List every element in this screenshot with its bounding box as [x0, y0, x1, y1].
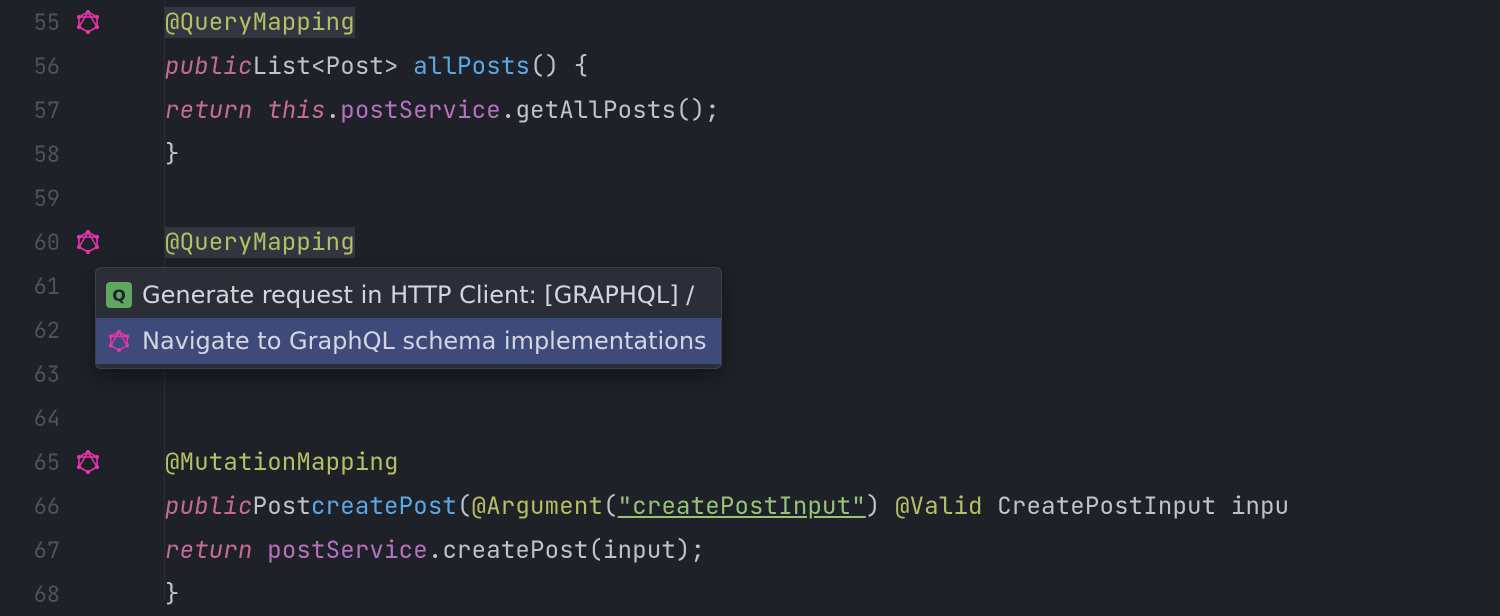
line-number: 67: [0, 536, 68, 565]
type: Post: [253, 491, 311, 522]
code-line[interactable]: public Post createPost(@Argument("create…: [165, 484, 1500, 528]
graphql-gutter-icon[interactable]: [75, 449, 101, 475]
method-name: createPost: [311, 491, 457, 522]
code-line[interactable]: @MutationMapping: [165, 440, 1500, 484]
popup-item-navigate-graphql-schema[interactable]: Navigate to GraphQL schema implementatio…: [96, 318, 721, 364]
code-line[interactable]: [165, 396, 1500, 440]
code-line[interactable]: return postService.createPost(input);: [165, 528, 1500, 572]
graphql-icon: [106, 328, 132, 354]
code-line[interactable]: @QueryMapping: [165, 220, 1500, 264]
graphql-gutter-icon[interactable]: [75, 229, 101, 255]
line-number: 55: [0, 8, 68, 37]
line-number: 60: [0, 228, 68, 257]
line-number: 61: [0, 272, 68, 301]
keyword: public: [165, 51, 253, 82]
method-name: allPosts: [413, 51, 530, 82]
line-number: 65: [0, 448, 68, 477]
line-number: 63: [0, 360, 68, 389]
code-line[interactable]: return this.postService.getAllPosts();: [165, 88, 1500, 132]
line-number: 62: [0, 316, 68, 345]
annotation: @QueryMapping: [165, 7, 355, 38]
type: Post: [326, 51, 384, 82]
line-number: 64: [0, 404, 68, 433]
annotation: @QueryMapping: [165, 227, 355, 258]
string-literal: "createPostInput": [618, 491, 866, 522]
graphql-gutter-icon[interactable]: [75, 9, 101, 35]
type: List: [253, 51, 311, 82]
annotation: @Argument: [472, 491, 603, 522]
http-client-icon: Q: [106, 282, 132, 308]
popup-item-label: Navigate to GraphQL schema implementatio…: [142, 327, 707, 355]
code-line[interactable]: @QueryMapping: [165, 0, 1500, 44]
code-editor: 55 56 57 58 59 60 61 62 63 64 65 66 67 6…: [0, 0, 1500, 600]
line-number: 59: [0, 184, 68, 213]
popup-item-label: Generate request in HTTP Client: [GRAPHQ…: [142, 281, 694, 309]
keyword: return: [165, 535, 253, 566]
annotation: @MutationMapping: [165, 447, 399, 478]
line-number: 58: [0, 140, 68, 169]
intention-actions-popup: Q Generate request in HTTP Client: [GRAP…: [95, 267, 722, 369]
keyword: public: [165, 491, 253, 522]
code-line[interactable]: public List<Post> allPosts() {: [165, 44, 1500, 88]
code-line[interactable]: [165, 176, 1500, 220]
line-number: 68: [0, 580, 68, 609]
code-line[interactable]: }: [165, 572, 1500, 616]
line-number: 56: [0, 52, 68, 81]
code-line[interactable]: }: [165, 132, 1500, 176]
keyword: return: [165, 95, 253, 126]
annotation: @Valid: [895, 491, 983, 522]
popup-item-generate-http-request[interactable]: Q Generate request in HTTP Client: [GRAP…: [96, 272, 721, 318]
line-number: 66: [0, 492, 68, 521]
line-number: 57: [0, 96, 68, 125]
